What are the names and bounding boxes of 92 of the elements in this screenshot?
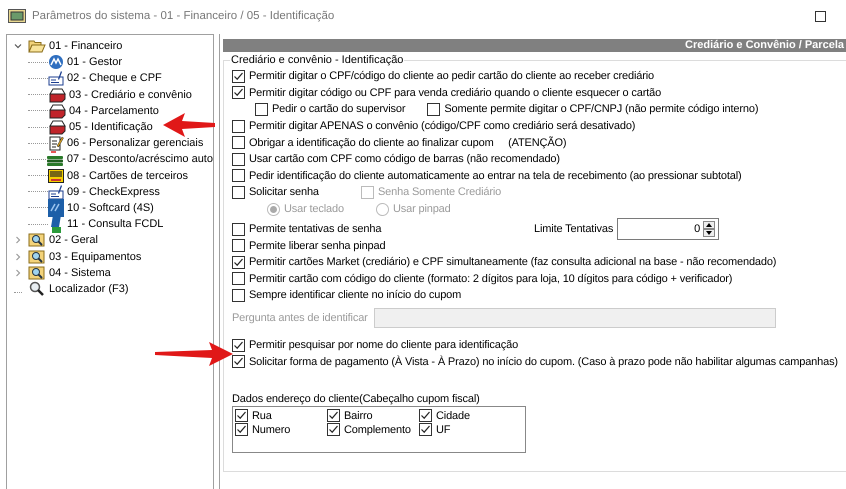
expand-chevron-icon[interactable] bbox=[14, 252, 22, 261]
checkbox[interactable] bbox=[232, 256, 245, 269]
expand-chevron-icon[interactable] bbox=[14, 268, 22, 277]
checkbox[interactable] bbox=[232, 355, 245, 368]
checkbox-label: Cidade bbox=[436, 410, 470, 422]
checkbox-label: Solicitar forma de pagamento (À Vista - À Prazo) no início do cupom. (Caso à prazo pode não habilitar algumas campanhas) bbox=[249, 356, 838, 368]
folder-search-icon bbox=[28, 248, 46, 265]
checkbox-label: Permite tentativas de senha bbox=[249, 223, 382, 236]
checkbox[interactable] bbox=[232, 86, 245, 100]
checkbox-label: Complemento bbox=[344, 424, 411, 436]
tree-item[interactable]: 03 - Equipamentos bbox=[49, 250, 142, 263]
folder-search-icon bbox=[28, 232, 46, 248]
checkbox-label: Obrigar a identificação do cliente ao finalizar cupom (ATENÇÃO) bbox=[249, 136, 566, 149]
checkbox-label: Permite liberar senha pinpad bbox=[249, 240, 386, 252]
tree-item[interactable]: 05 - Identificação bbox=[69, 121, 153, 134]
spinner-label: Limite Tentativas bbox=[534, 223, 614, 236]
checkbox[interactable] bbox=[232, 70, 245, 83]
checkbox[interactable] bbox=[232, 120, 245, 133]
expand-chevron-icon[interactable] bbox=[14, 236, 22, 244]
checkbox[interactable] bbox=[255, 102, 268, 116]
tree-item[interactable]: 04 - Sistema bbox=[49, 266, 111, 279]
tree-item[interactable]: 07 - Desconto/acréscimo auto bbox=[66, 153, 213, 166]
tree-item[interactable]: 01 - Gestor bbox=[67, 56, 122, 68]
checkbox-label: Permitir digitar código ou CPF para venda crediário quando o cliente esquecer o cartão bbox=[249, 86, 662, 99]
checkbox[interactable] bbox=[232, 288, 245, 302]
checkbox-label: Numero bbox=[252, 424, 290, 436]
open-folder-icon bbox=[28, 39, 46, 54]
window-title: Parâmetros do sistema - 01 - Financeiro / 05 - Identificação bbox=[32, 10, 334, 22]
checkbox-label: Bairro bbox=[344, 410, 372, 422]
notepad-pencil-icon bbox=[48, 135, 64, 152]
checkbox[interactable] bbox=[232, 152, 245, 166]
checkbox-label: Permitir pesquisar por nome do cliente para identificação bbox=[249, 339, 518, 352]
checkbox[interactable] bbox=[232, 136, 245, 150]
checkbox[interactable] bbox=[427, 102, 440, 116]
radio-label: Usar teclado bbox=[284, 203, 344, 216]
field-label: Pergunta antes de identificar bbox=[232, 312, 368, 324]
checkbox-label: Usar cartão com CPF como código de barras (não recomendado) bbox=[249, 153, 560, 166]
checkbox-label: Senha Somente Crediário bbox=[378, 186, 502, 198]
checkbox[interactable] bbox=[232, 169, 245, 182]
checkbox[interactable] bbox=[232, 186, 245, 199]
cash-drawer-icon bbox=[48, 86, 66, 103]
checkbox[interactable] bbox=[235, 423, 248, 436]
pointer-arrow bbox=[163, 112, 215, 138]
checkbox-label: Rua bbox=[252, 410, 272, 422]
group-title: Crediário e convênio - Identificação bbox=[230, 54, 404, 66]
checkbox[interactable] bbox=[235, 409, 248, 422]
checkbox[interactable] bbox=[419, 409, 432, 422]
tree-item[interactable]: 09 - CheckExpress bbox=[67, 186, 160, 198]
checkbox[interactable] bbox=[232, 222, 245, 236]
cash-drawer-icon bbox=[48, 102, 66, 119]
checkbox[interactable] bbox=[327, 409, 340, 422]
checkbox-label: Sempre identificar cliente no início do cupom bbox=[249, 289, 462, 302]
checkbox-label: Pedir identificação do cliente automaticamente ao entrar na tela de recebimento (ao pressionar subtotal) bbox=[249, 170, 742, 182]
search-icon bbox=[28, 280, 46, 297]
checkbox[interactable] bbox=[232, 272, 245, 286]
checkbox-label: Solicitar senha bbox=[249, 186, 319, 198]
tree-item[interactable]: Localizador (F3) bbox=[49, 282, 128, 295]
checkbox-label: Permitir digitar o CPF/código do cliente ao pedir cartão do cliente ao receber crediário bbox=[249, 70, 654, 82]
card-icon bbox=[48, 168, 64, 184]
number-spinner[interactable]: 0 bbox=[617, 218, 720, 240]
checkbox[interactable] bbox=[232, 338, 245, 352]
tree-folder-item[interactable]: 01 - Financeiro bbox=[49, 40, 122, 52]
tree-item[interactable]: 04 - Parcelamento bbox=[69, 104, 159, 117]
cash-drawer-icon bbox=[48, 119, 66, 136]
tree-item[interactable]: 08 - Cartões de terceiros bbox=[67, 170, 188, 182]
tree-item[interactable]: 11 - Consulta FCDL bbox=[67, 218, 164, 230]
globe-icon bbox=[48, 54, 64, 70]
tree-item[interactable]: 02 - Geral bbox=[49, 234, 98, 246]
checkbox-label: Permitir digitar APENAS o convênio (código/CPF como crediário será desativado) bbox=[249, 120, 636, 132]
cheque-pen-icon bbox=[48, 70, 64, 86]
money-stack-icon bbox=[46, 151, 64, 168]
checkbox[interactable] bbox=[419, 423, 432, 436]
cheque-pen-icon bbox=[48, 184, 64, 200]
tree-item[interactable]: 03 - Crediário e convênio bbox=[69, 88, 192, 101]
checkbox-label: Pedir o cartão do supervisor bbox=[272, 103, 406, 116]
collapse-chevron-icon[interactable] bbox=[14, 42, 22, 50]
folder-search-icon bbox=[28, 264, 46, 281]
handheld-device-icon bbox=[48, 215, 64, 234]
maximize-button[interactable] bbox=[815, 10, 826, 22]
section-header-title: Crediário e Convênio / Parcela bbox=[685, 39, 845, 52]
tree-item[interactable]: 06 - Personalizar gerenciais bbox=[67, 137, 204, 150]
tree-item[interactable]: 10 - Softcard (4S) bbox=[67, 202, 154, 214]
address-group-title: Dados endereço do cliente(Cabeçalho cupom fiscal) bbox=[232, 392, 481, 406]
radio-label: Usar pinpad bbox=[392, 203, 451, 216]
app-icon bbox=[8, 9, 26, 23]
checkbox-label: Somente permite digitar o CPF/CNPJ (não permite código interno) bbox=[444, 103, 758, 116]
checkbox-label: Permitir cartão com código do cliente (formato: 2 dígitos para loja, 10 dígitos para código + verificador) bbox=[249, 272, 732, 285]
checkbox-label: UF bbox=[436, 424, 450, 436]
checkbox[interactable] bbox=[232, 239, 245, 252]
checkbox-label: Permitir cartões Market (crediário) e CPF simultaneamente (faz consulta adicional na base - não recomendado) bbox=[249, 256, 776, 268]
checkbox[interactable] bbox=[327, 423, 340, 436]
tree-item[interactable]: 02 - Cheque e CPF bbox=[67, 72, 162, 84]
